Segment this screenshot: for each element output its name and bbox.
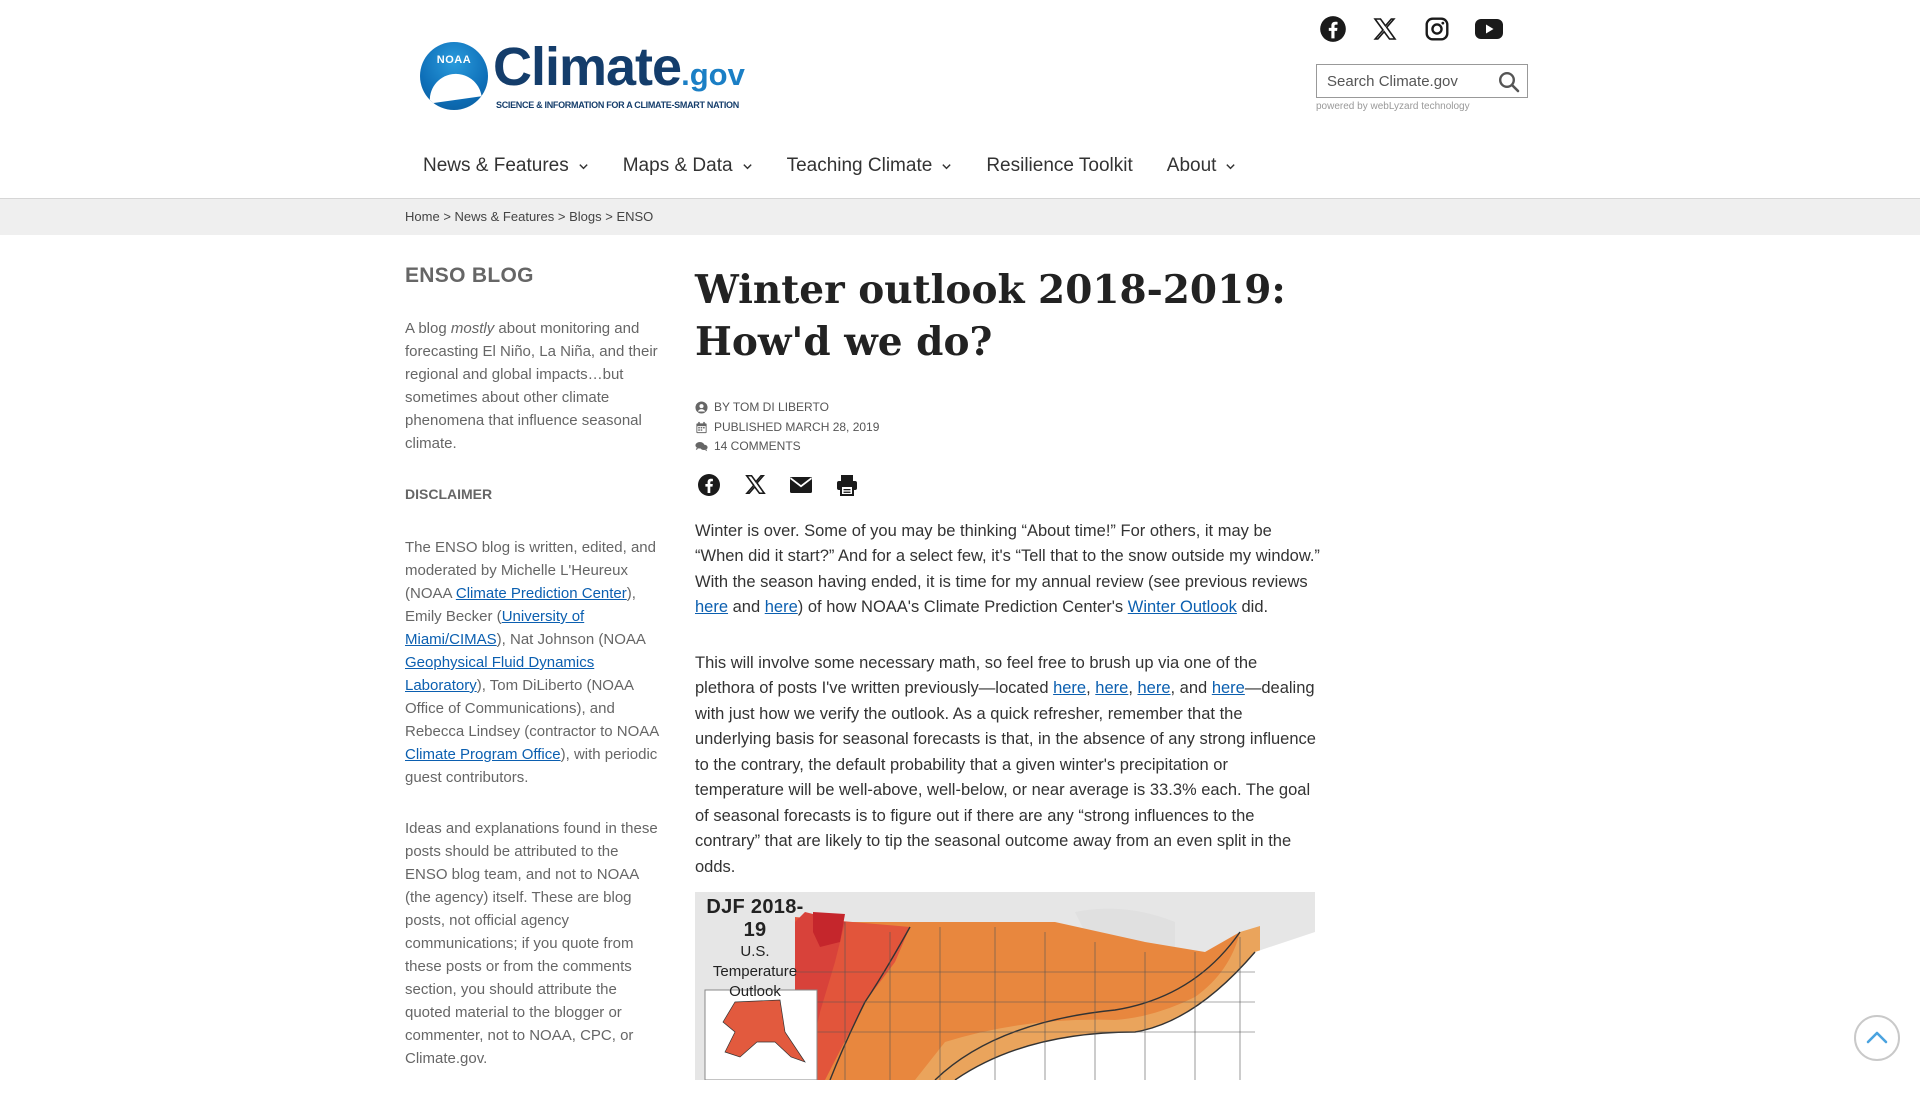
nav-resilience-toolkit[interactable]: Resilience Toolkit — [986, 155, 1132, 177]
print-icon[interactable] — [835, 473, 859, 497]
nav-maps-data[interactable]: Maps & Data — [623, 155, 753, 177]
search-icon[interactable] — [1497, 70, 1521, 94]
math-post-link-1[interactable]: here — [1053, 679, 1086, 697]
facebook-icon[interactable] — [697, 473, 721, 497]
breadcrumb-blogs[interactable]: Blogs — [569, 209, 602, 224]
chevron-down-icon — [1226, 163, 1236, 169]
site-header: NOAA Climate.gov SCIENCE & INFORMATION F… — [0, 0, 1920, 199]
logo-tagline: SCIENCE & INFORMATION FOR A CLIMATE-SMAR… — [496, 100, 739, 110]
instagram-icon[interactable] — [1422, 14, 1452, 44]
nav-teaching-climate[interactable]: Teaching Climate — [787, 155, 953, 177]
nav-about[interactable]: About — [1167, 155, 1237, 177]
disclaimer-authors: The ENSO blog is written, edited, and mo… — [405, 539, 659, 786]
article-published: PUBLISHED MARCH 28, 2019 — [714, 419, 880, 434]
disclaimer-attribution: Ideas and explanations found in these po… — [405, 820, 658, 1067]
x-icon[interactable] — [1370, 14, 1400, 44]
climate-prediction-center-link[interactable]: Climate Prediction Center — [456, 585, 627, 602]
calendar-icon — [696, 421, 707, 433]
map-title: DJF 2018-19 U.S. Temperature Outlook — [706, 896, 804, 1000]
youtube-icon[interactable] — [1474, 14, 1504, 44]
article: Winter outlook 2018-2019: How'd we do? B… — [695, 264, 1320, 910]
winter-outlook-link[interactable]: Winter Outlook — [1128, 598, 1237, 616]
user-icon — [695, 401, 708, 414]
previous-review-link-1[interactable]: here — [695, 598, 728, 616]
breadcrumb-news-features[interactable]: News & Features — [455, 209, 555, 224]
chevron-down-icon — [742, 163, 752, 169]
breadcrumb-bar: Home > News & Features > Blogs > ENSO — [0, 199, 1920, 235]
chevron-down-icon — [942, 163, 951, 169]
sidebar-intro: A blog mostly about monitoring and forec… — [405, 320, 658, 452]
chevron-up-icon — [1866, 1031, 1888, 1044]
article-paragraph-1: Winter is over. Some of you may be think… — [695, 521, 1320, 617]
article-author: BY TOM DI LIBERTO — [714, 400, 829, 414]
previous-review-link-2[interactable]: here — [765, 598, 798, 616]
article-meta: BY TOM DI LIBERTO PUBLISHED MARCH 28, 20… — [695, 398, 1320, 457]
search-box — [1316, 64, 1528, 98]
sidebar-title: ENSO BLOG — [405, 264, 534, 287]
sidebar: ENSO BLOG A blog mostly about monitoring… — [405, 264, 661, 1098]
social-links — [1318, 14, 1504, 44]
breadcrumb-home[interactable]: Home — [405, 209, 440, 224]
breadcrumb: Home > News & Features > Blogs > ENSO — [405, 209, 654, 224]
climate-program-office-link[interactable]: Climate Program Office — [405, 746, 561, 763]
comments-icon — [695, 442, 708, 452]
logo-tld: .gov — [681, 57, 745, 92]
facebook-icon[interactable] — [1318, 14, 1348, 44]
noaa-logo-icon: NOAA — [420, 42, 488, 110]
nav-news-features[interactable]: News & Features — [423, 155, 589, 177]
search-input[interactable] — [1317, 65, 1507, 97]
back-to-top-button[interactable] — [1854, 1015, 1900, 1061]
temperature-outlook-map[interactable]: DJF 2018-19 U.S. Temperature Outlook — [695, 892, 1315, 1080]
climate-gov-logo[interactable]: NOAA Climate.gov SCIENCE & INFORMATION F… — [420, 37, 760, 115]
math-post-link-4[interactable]: here — [1212, 679, 1245, 697]
logo-word: Climate — [493, 37, 682, 97]
main-nav: News & Features Maps & Data Teaching Cli… — [423, 155, 1236, 177]
share-bar — [697, 473, 1320, 497]
email-icon[interactable] — [789, 473, 813, 497]
article-title: Winter outlook 2018-2019: How'd we do? — [695, 267, 1286, 365]
chevron-down-icon — [579, 163, 588, 169]
disclaimer-heading: DISCLAIMER — [405, 486, 493, 502]
math-post-link-2[interactable]: here — [1095, 679, 1128, 697]
comments-link[interactable]: 14 COMMENTS — [695, 437, 1320, 457]
article-paragraph-2: This will involve some necessary math, s… — [695, 653, 1316, 876]
math-post-link-3[interactable]: here — [1137, 679, 1170, 697]
article-comments-count: 14 COMMENTS — [714, 439, 801, 453]
search-powered-by: powered by webLyzard technology — [1316, 101, 1470, 112]
x-icon[interactable] — [743, 473, 767, 497]
breadcrumb-enso[interactable]: ENSO — [616, 209, 653, 224]
